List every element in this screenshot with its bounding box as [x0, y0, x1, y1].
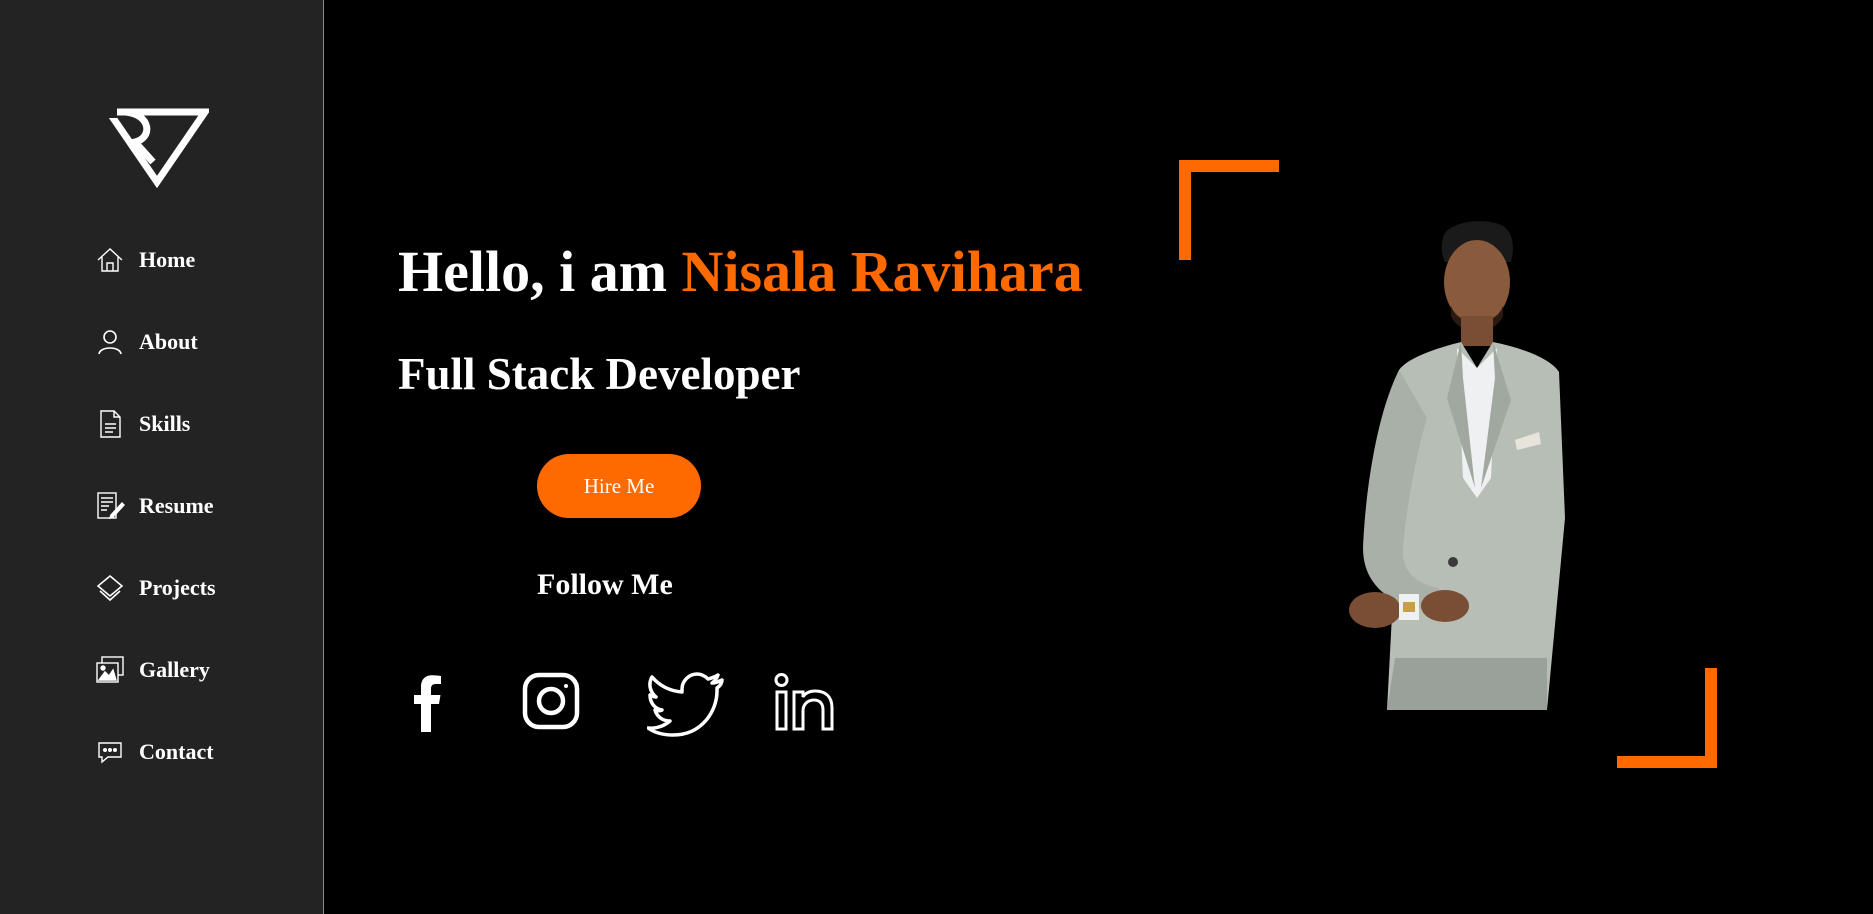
hero-section: Hello, i am Nisala Ravihara Full Stack D… [325, 0, 1873, 914]
logo-icon[interactable] [102, 108, 212, 189]
sidebar-item-label: Skills [139, 411, 191, 436]
follow-heading: Follow Me [537, 568, 673, 601]
sidebar-item-gallery[interactable]: Gallery [95, 650, 216, 690]
instagram-icon[interactable] [522, 672, 580, 734]
document-icon [95, 409, 125, 439]
hero-name: Nisala Ravihara [681, 239, 1083, 304]
sidebar-item-contact[interactable]: Contact [95, 732, 216, 772]
gallery-icon [95, 655, 125, 685]
frame-corner-bottom-right [1705, 668, 1717, 768]
layers-icon [95, 573, 125, 603]
sidebar-nav: Home About Skills Resume Projects Galler… [95, 240, 216, 814]
hire-me-button[interactable]: Hire Me [537, 454, 701, 518]
sidebar-item-projects[interactable]: Projects [95, 568, 216, 608]
sidebar: Home About Skills Resume Projects Galler… [0, 0, 324, 914]
sidebar-item-label: Home [139, 247, 196, 272]
frame-corner-bottom-right [1617, 756, 1717, 768]
sidebar-item-skills[interactable]: Skills [95, 404, 216, 444]
sidebar-item-label: Projects [139, 575, 216, 600]
twitter-icon[interactable] [646, 672, 725, 742]
frame-corner-top-left [1179, 160, 1279, 172]
greeting-prefix: Hello, i am [398, 239, 682, 304]
sidebar-item-resume[interactable]: Resume [95, 486, 216, 526]
sidebar-item-label: Contact [139, 739, 214, 764]
home-icon [95, 245, 125, 275]
linkedin-icon[interactable] [774, 672, 836, 736]
resume-icon [95, 491, 125, 521]
hero-greeting: Hello, i am Nisala Ravihara [398, 238, 1083, 305]
sidebar-item-label: About [139, 329, 198, 354]
facebook-icon[interactable] [407, 672, 447, 736]
sidebar-item-label: Gallery [139, 657, 210, 682]
sidebar-item-home[interactable]: Home [95, 240, 216, 280]
frame-corner-top-left [1179, 160, 1191, 260]
user-icon [95, 327, 125, 357]
hero-role: Full Stack Developer [398, 349, 801, 399]
chat-icon [95, 737, 125, 767]
profile-photo [1335, 218, 1625, 710]
sidebar-item-label: Resume [139, 493, 214, 518]
sidebar-item-about[interactable]: About [95, 322, 216, 362]
